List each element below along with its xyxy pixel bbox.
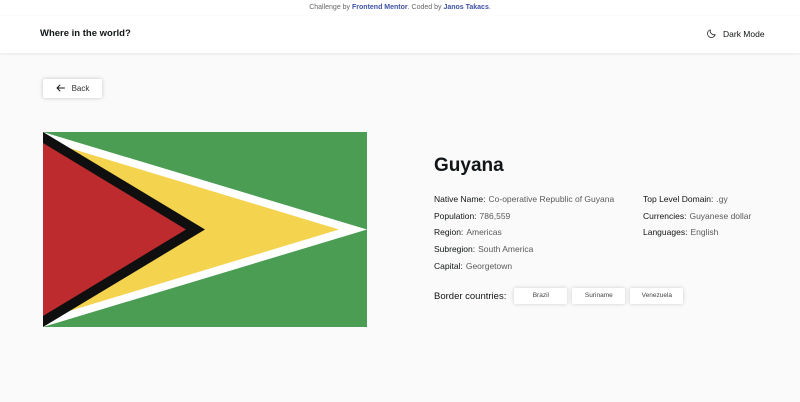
border-countries-label: Border countries: (434, 290, 507, 302)
details-secondary: Top Level Domain: .gy Currencies: Guyanese… (643, 193, 751, 243)
detail-region: Region: Americas (434, 226, 614, 243)
border-country-chip[interactable]: Suriname (572, 288, 626, 304)
detail-value: Co-operative Republic of Guyana (488, 194, 615, 204)
border-countries: Border countries: Brazil Suriname Venezu… (434, 288, 684, 304)
detail-value: English (690, 227, 719, 238)
border-country-chip[interactable]: Venezuela (630, 288, 684, 304)
back-label: Back (71, 84, 90, 93)
detail-value: .gy (716, 194, 728, 204)
detail-currencies: Currencies: Guyanese dollar (643, 210, 751, 227)
detail-subregion: Subregion: South America (434, 243, 614, 260)
detail-label: Top Level Domain: (643, 194, 714, 204)
detail-top-level-domain: Top Level Domain: .gy (643, 193, 751, 210)
site-title: Where in the world? (40, 28, 131, 39)
border-country-chip[interactable]: Brazil (514, 288, 568, 304)
detail-population: Population: 786,559 (434, 210, 614, 227)
top-header: Where in the world? Dark Mode (0, 16, 800, 53)
back-button[interactable]: Back (43, 79, 102, 98)
dark-mode-toggle[interactable]: Dark Mode (706, 27, 765, 41)
frontend-mentor-link[interactable]: Frontend Mentor (352, 4, 408, 11)
detail-label: Subregion: (434, 244, 476, 255)
detail-value: South America (478, 244, 534, 255)
detail-label: Capital: (434, 260, 463, 271)
detail-capital: Capital: Georgetown (434, 260, 614, 277)
detail-label: Languages: (643, 227, 688, 238)
detail-label: Region: (434, 227, 464, 238)
detail-label: Currencies: (643, 210, 687, 221)
dark-mode-label: Dark Mode (723, 29, 765, 39)
attribution-suffix: . (488, 4, 491, 11)
attribution-bar: Challenge by Frontend Mentor. Coded by J… (0, 0, 800, 16)
moon-icon (706, 28, 717, 41)
detail-native-name: Native Name: Co-operative Republic of Guy… (434, 193, 614, 210)
detail-label: Native Name: (434, 194, 486, 204)
detail-label: Population: (434, 210, 477, 221)
attribution-coded-by: . Coded by (407, 4, 442, 11)
border-country-list: Brazil Suriname Venezuela (514, 288, 684, 304)
detail-value: Guyanese dollar (689, 210, 752, 221)
arrow-left-icon (56, 84, 65, 94)
country-name: Guyana (434, 155, 504, 176)
country-flag (43, 132, 367, 327)
attribution-prefix: Challenge by (309, 4, 351, 11)
detail-value: Georgetown (465, 260, 513, 271)
coder-link[interactable]: Janos Takacs (443, 4, 488, 11)
detail-value: Americas (466, 227, 502, 238)
details-primary: Native Name: Co-operative Republic of Guy… (434, 193, 614, 276)
detail-value: 786,559 (479, 210, 511, 221)
detail-languages: Languages: English (643, 226, 751, 243)
